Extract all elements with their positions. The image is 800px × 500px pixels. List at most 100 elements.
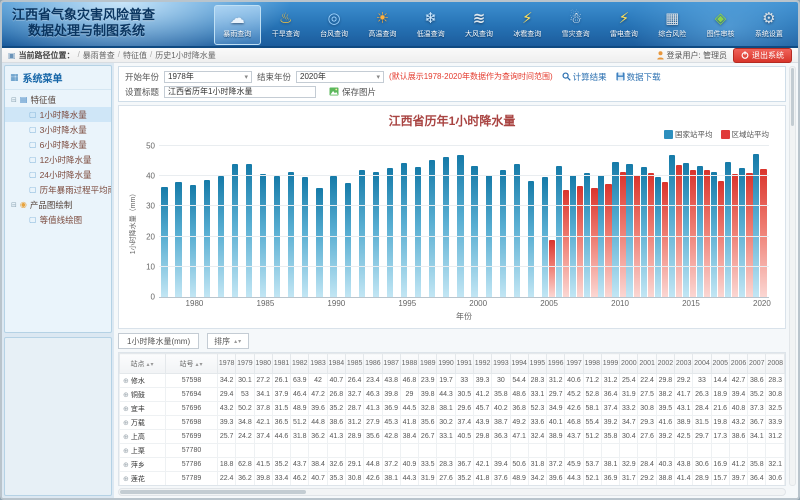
sort-arrows-icon[interactable]: ▴▾	[146, 362, 154, 368]
bar-group	[626, 146, 640, 297]
end-year-select[interactable]: 2020年 ▾	[296, 71, 384, 83]
value-cell: 33.9	[766, 416, 785, 430]
col-station-id[interactable]: 站号 ▴▾	[166, 354, 218, 374]
sidebar-item-6小时降水量[interactable]: ▢6小时降水量	[5, 137, 111, 152]
sidebar-item-12小时降水量[interactable]: ▢12小时降水量	[5, 152, 111, 167]
col-station[interactable]: 站点 ▴▾	[120, 354, 166, 374]
bar-group	[753, 146, 767, 297]
toolbar-item-drought[interactable]: ♨干旱查询	[263, 5, 309, 45]
breadcrumb-segment[interactable]: 历史1小时降水量	[155, 50, 215, 61]
chart-legend[interactable]: 国家站平均区域站平均	[664, 129, 769, 140]
value-cell: 33	[455, 374, 473, 388]
sidebar-node-1[interactable]: ⊟◉产品图绘制	[5, 197, 111, 212]
tree-toggle-icon[interactable]: ⊟	[11, 96, 17, 104]
value-cell: 36.7	[455, 458, 473, 472]
tree-toggle-icon[interactable]: ⊟	[11, 201, 17, 209]
value-cell	[565, 444, 583, 458]
station-name-cell[interactable]: ⊕宜丰	[120, 402, 166, 416]
main-content: 开始年份 1978年 ▾ 结束年份 2020年 ▾ (默认展示1978-2020…	[114, 63, 798, 498]
horizontal-scroll-thumb[interactable]	[120, 490, 306, 494]
breadcrumb-segment[interactable]: 暴雨普查	[83, 50, 115, 61]
horizontal-scrollbar[interactable]	[118, 488, 786, 496]
toolbar-item-label: 干旱查询	[272, 29, 300, 39]
sidebar-item-等值线绘图[interactable]: ▢等值线绘图	[5, 212, 111, 227]
expand-icon[interactable]: ⊕	[123, 420, 129, 427]
station-name-cell[interactable]: ⊕萍乡	[120, 458, 166, 472]
value-cell: 43.2	[218, 402, 236, 416]
station-name-cell[interactable]: ⊕万载	[120, 416, 166, 430]
calc-result-button[interactable]: 计算结果	[562, 71, 607, 83]
value-cell	[218, 444, 236, 458]
toolbar-item-hail[interactable]: ⚡冰雹查询	[504, 5, 550, 45]
value-cell: 19.8	[711, 416, 729, 430]
toolbar-item-snow[interactable]: ☃雪灾查询	[552, 5, 598, 45]
toolbar-item-lightning[interactable]: ⚡雷电查询	[601, 5, 647, 45]
breadcrumb-separator: /	[150, 50, 152, 61]
breadcrumb-segment[interactable]: 特征值	[123, 50, 147, 61]
value-cell: 45.9	[565, 458, 583, 472]
value-cell: 48.6	[510, 388, 528, 402]
station-name-cell[interactable]: ⊕莲花	[120, 472, 166, 486]
sidebar-item-3小时降水量[interactable]: ▢3小时降水量	[5, 122, 111, 137]
col-year-1998: 1998	[583, 354, 601, 374]
value-cell: 49.2	[510, 416, 528, 430]
expand-icon[interactable]: ⊕	[123, 378, 129, 385]
logout-button[interactable]: 退出系统	[733, 48, 792, 63]
expand-icon[interactable]: ⊕	[123, 406, 129, 413]
toolbar-item-calculator[interactable]: ▦综合风险	[649, 5, 695, 45]
value-cell: 33	[693, 374, 711, 388]
vertical-scrollbar[interactable]	[789, 66, 796, 486]
toolbar-item-typhoon[interactable]: ◎台风查询	[311, 5, 357, 45]
value-cell: 35.2	[455, 472, 473, 486]
table-row: ⊕萍乡5778618.862.841.535.243.738.432.629.1…	[120, 458, 785, 472]
station-name-cell[interactable]: ⊕分宜	[120, 486, 166, 487]
value-cell: 28.1	[236, 486, 254, 487]
expand-icon[interactable]: ⊕	[123, 448, 129, 455]
sidebar-item-历年暴雨过程平均雨量[interactable]: ▢历年暴雨过程平均雨量	[5, 182, 111, 197]
chart-title-input[interactable]	[164, 86, 316, 98]
breadcrumb-separator: /	[118, 50, 120, 61]
sidebar-item-24小时降水量[interactable]: ▢24小时降水量	[5, 167, 111, 182]
value-cell: 58.1	[583, 402, 601, 416]
toolbar-item-high-temp[interactable]: ☀高温查询	[359, 5, 405, 45]
sidebar-item-1小时降水量[interactable]: ▢1小时降水量	[5, 107, 111, 122]
expand-icon[interactable]: ⊕	[123, 434, 129, 441]
toolbar-item-rain-cloud[interactable]: ☁暴雨查询	[214, 5, 261, 45]
legend-item[interactable]: 国家站平均	[664, 129, 713, 140]
value-cell: 39.1	[528, 486, 546, 487]
table-row: ⊕修水5759834.230.127.226.163.94240.726.423…	[120, 374, 785, 388]
station-name-cell[interactable]: ⊕修水	[120, 374, 166, 388]
value-cell: 30.4	[620, 430, 638, 444]
value-cell: 22.4	[218, 472, 236, 486]
value-cell: 44.5	[400, 402, 418, 416]
sort-control[interactable]: 排序 ▴▾	[207, 333, 249, 349]
value-cell: 36.5	[272, 416, 290, 430]
legend-item[interactable]: 区域站平均	[721, 129, 770, 140]
toolbar-item-settings[interactable]: ⚙系统设置	[746, 5, 792, 45]
start-year-select[interactable]: 1978年 ▾	[164, 71, 252, 83]
value-cell: 29.4	[327, 486, 345, 487]
download-button[interactable]: 数据下载	[616, 71, 661, 83]
sidebar-node-0[interactable]: ⊟▤特征值	[5, 92, 111, 107]
toolbar-item-wind[interactable]: ≋大风查询	[456, 5, 502, 45]
expand-icon[interactable]: ⊕	[123, 462, 129, 469]
table-row: ⊕宜丰5769643.250.237.831.548.939.635.228.7…	[120, 402, 785, 416]
bar-national	[401, 163, 407, 297]
value-cell: 43.9	[473, 416, 491, 430]
sidebar-menu-title[interactable]: ▦ 系统菜单	[5, 66, 111, 90]
toolbar-item-label: 台风查询	[320, 29, 348, 39]
station-name-cell[interactable]: ⊕上高	[120, 430, 166, 444]
toolbar-item-map-review[interactable]: ◈图件审核	[697, 5, 743, 45]
chart-panel[interactable]: 江西省历年1小时降水量 国家站平均区域站平均 1小时降水量（mm） 年份 010…	[118, 105, 786, 329]
expand-icon[interactable]: ⊕	[123, 392, 129, 399]
save-image-button[interactable]: 保存图片	[329, 86, 376, 98]
station-name-cell[interactable]: ⊕铜鼓	[120, 388, 166, 402]
expand-icon[interactable]: ⊕	[123, 476, 129, 483]
vertical-scroll-thumb[interactable]	[791, 68, 794, 126]
station-name-cell[interactable]: ⊕上栗	[120, 444, 166, 458]
toolbar-item-low-temp[interactable]: ❄低温查询	[408, 5, 454, 45]
sort-arrows-icon[interactable]: ▴▾	[195, 362, 203, 368]
value-cell: 31.8	[528, 458, 546, 472]
value-cell: 28.3	[437, 458, 455, 472]
table-header-row: 站点 ▴▾站号 ▴▾197819791980198119821983198419…	[120, 354, 785, 374]
